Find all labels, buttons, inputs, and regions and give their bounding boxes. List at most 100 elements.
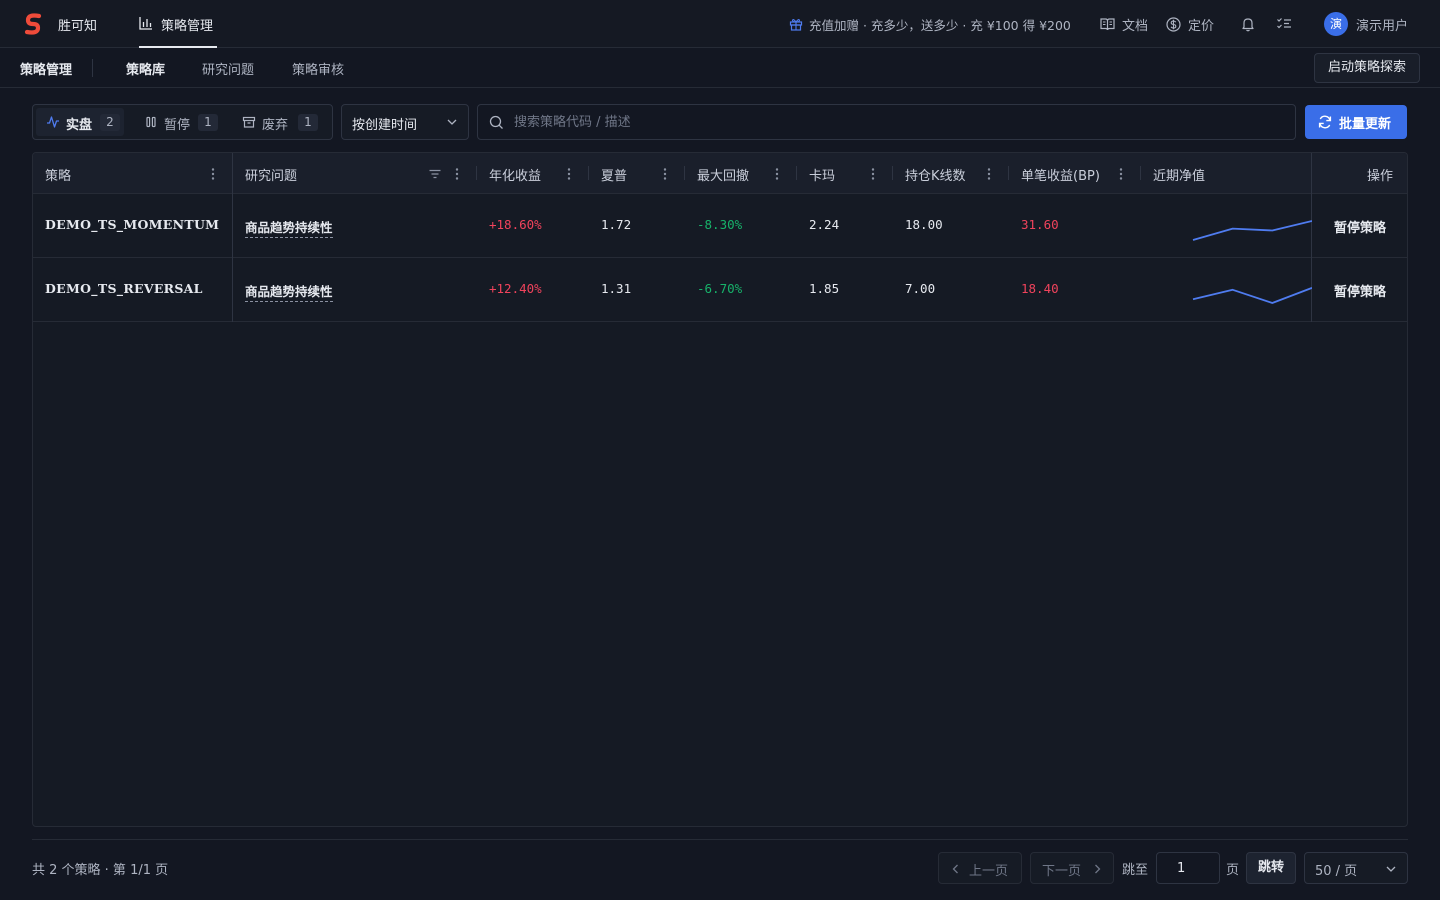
holding-bars-value: 7.00 xyxy=(905,281,936,296)
activity-icon xyxy=(47,116,59,128)
cell-recent-nav xyxy=(1141,258,1312,322)
filter-icon[interactable] xyxy=(428,167,442,181)
prev-page-button[interactable]: 上一页 xyxy=(938,852,1022,884)
nav-sparkline-line xyxy=(1192,220,1312,241)
brand-name[interactable]: 胜可知 xyxy=(58,15,97,34)
filter-live-count: 2 xyxy=(100,114,120,131)
search-input[interactable] xyxy=(514,105,1284,139)
nav-sparkline-line xyxy=(1192,287,1312,304)
column-header-per-trade-bp[interactable]: 单笔收益(BP) xyxy=(1009,153,1141,194)
column-header-recent-nav[interactable]: 近期净值 xyxy=(1141,153,1312,194)
cell-per-trade-bp: 18.40 xyxy=(1009,258,1141,322)
pause-strategy-button[interactable]: 暂停策略 xyxy=(1334,217,1386,236)
column-header-label: 策略 xyxy=(45,169,72,184)
column-menu-icon[interactable] xyxy=(209,167,217,181)
sub-nav-bar: 策略管理 策略库 研究问题 策略审核 启动策略探索 xyxy=(0,48,1440,88)
jump-button[interactable]: 跳转 xyxy=(1246,852,1296,884)
section-title: 策略管理 xyxy=(20,63,73,78)
filter-live[interactable]: 实盘 2 xyxy=(36,108,124,136)
column-header-annual-return[interactable]: 年化收益 xyxy=(477,153,589,194)
column-menu-icon[interactable] xyxy=(565,167,573,181)
table-header: 策略 研究问题 年化收益 夏普 最大回撤 卡玛 持仓K线数 单笔收益(BP) 近… xyxy=(33,153,1407,194)
calmar-value: 1.85 xyxy=(809,281,840,296)
user-name: 演示用户 xyxy=(1356,19,1409,34)
column-menu-icon[interactable] xyxy=(985,167,993,181)
sharpe-value: 1.31 xyxy=(601,281,632,296)
cell-max-drawdown: -8.30% xyxy=(685,194,797,258)
pause-strategy-button[interactable]: 暂停策略 xyxy=(1334,281,1386,300)
column-header-sharpe[interactable]: 夏普 xyxy=(589,153,685,194)
filter-paused-label: 暂停 xyxy=(164,118,191,133)
table-row[interactable]: DEMO_TS_MOMENTUM 商品趋势持续性 +18.60% 1.72 -8… xyxy=(33,194,1407,258)
cell-question: 商品趋势持续性 xyxy=(233,258,477,322)
column-menu-icon[interactable] xyxy=(1117,167,1125,181)
cell-strategy[interactable]: DEMO_TS_REVERSAL xyxy=(33,258,233,322)
filter-archived-label: 废弃 xyxy=(262,118,289,133)
strategy-code[interactable]: DEMO_TS_REVERSAL xyxy=(45,281,203,296)
pagination-summary: 共 2 个策略 · 第 1/1 页 xyxy=(32,863,169,878)
column-menu-icon[interactable] xyxy=(869,167,877,181)
column-header-label: 操作 xyxy=(1367,169,1394,184)
nav-strategy-management[interactable]: 策略管理 xyxy=(139,0,217,48)
column-header-strategy[interactable]: 策略 xyxy=(33,153,233,194)
sharpe-value: 1.72 xyxy=(601,217,632,232)
dollar-circle-icon xyxy=(1166,17,1181,32)
tab-strategy-library[interactable]: 策略库 xyxy=(126,59,165,78)
column-header-holding-bars[interactable]: 持仓K线数 xyxy=(893,153,1009,194)
cell-calmar: 2.24 xyxy=(797,194,893,258)
batch-update-button[interactable]: 批量更新 xyxy=(1305,105,1407,139)
research-question-link[interactable]: 商品趋势持续性 xyxy=(245,281,333,302)
column-menu-icon[interactable] xyxy=(661,167,669,181)
divider xyxy=(92,59,93,77)
filter-paused-count: 1 xyxy=(198,114,218,131)
page-size-select[interactable]: 50 / 页 xyxy=(1304,852,1408,884)
brand-logo-icon[interactable] xyxy=(22,12,44,36)
chevron-down-icon xyxy=(447,119,457,125)
cell-sharpe: 1.72 xyxy=(589,194,685,258)
cell-actions: 暂停策略 xyxy=(1312,194,1407,258)
column-header-label: 近期净值 xyxy=(1153,169,1206,184)
research-question-link[interactable]: 商品趋势持续性 xyxy=(245,217,333,238)
column-menu-icon[interactable] xyxy=(773,167,781,181)
column-header-question[interactable]: 研究问题 xyxy=(233,153,477,194)
column-menu-icon[interactable] xyxy=(453,167,461,181)
jump-page-input[interactable] xyxy=(1156,852,1220,884)
column-header-max-drawdown[interactable]: 最大回撤 xyxy=(685,153,797,194)
strategy-code[interactable]: DEMO_TS_MOMENTUM xyxy=(45,217,219,232)
table-row[interactable]: DEMO_TS_REVERSAL 商品趋势持续性 +12.40% 1.31 -6… xyxy=(33,258,1407,322)
bar-chart-icon xyxy=(139,17,152,30)
column-header-label: 卡玛 xyxy=(809,169,836,184)
prev-page-label: 上一页 xyxy=(969,864,1009,879)
filter-live-label: 实盘 xyxy=(66,118,93,133)
chevron-right-icon xyxy=(1095,864,1101,874)
filter-paused[interactable]: 暂停 1 xyxy=(134,108,222,136)
bell-icon[interactable] xyxy=(1240,16,1256,32)
task-list-icon[interactable] xyxy=(1276,16,1292,32)
cell-annual-return: +18.60% xyxy=(477,194,589,258)
tab-strategy-review[interactable]: 策略审核 xyxy=(292,59,344,78)
column-header-label: 夏普 xyxy=(601,169,628,184)
archive-icon xyxy=(242,116,256,128)
tab-research-questions[interactable]: 研究问题 xyxy=(202,59,254,78)
docs-label: 文档 xyxy=(1122,19,1149,34)
footer-divider xyxy=(32,839,1408,840)
column-header-actions: 操作 xyxy=(1312,153,1407,194)
cell-per-trade-bp: 31.60 xyxy=(1009,194,1141,258)
column-header-label: 最大回撤 xyxy=(697,169,750,184)
cell-sharpe: 1.31 xyxy=(589,258,685,322)
holding-bars-value: 18.00 xyxy=(905,217,943,232)
cell-strategy[interactable]: DEMO_TS_MOMENTUM xyxy=(33,194,233,258)
sort-select[interactable]: 按创建时间 xyxy=(341,104,469,140)
page-unit-label: 页 xyxy=(1226,863,1240,878)
cell-holding-bars: 7.00 xyxy=(893,258,1009,322)
strategy-table: 策略 研究问题 年化收益 夏普 最大回撤 卡玛 持仓K线数 单笔收益(BP) 近… xyxy=(32,152,1408,827)
nav-sparkline xyxy=(1192,287,1312,304)
cell-question: 商品趋势持续性 xyxy=(233,194,477,258)
cell-actions: 暂停策略 xyxy=(1312,258,1407,322)
next-page-button[interactable]: 下一页 xyxy=(1030,852,1114,884)
batch-update-label: 批量更新 xyxy=(1339,117,1392,132)
launch-strategy-exploration-button[interactable]: 启动策略探索 xyxy=(1314,53,1420,83)
filter-archived-count: 1 xyxy=(298,114,318,131)
filter-archived[interactable]: 废弃 1 xyxy=(232,108,324,136)
column-header-calmar[interactable]: 卡玛 xyxy=(797,153,893,194)
